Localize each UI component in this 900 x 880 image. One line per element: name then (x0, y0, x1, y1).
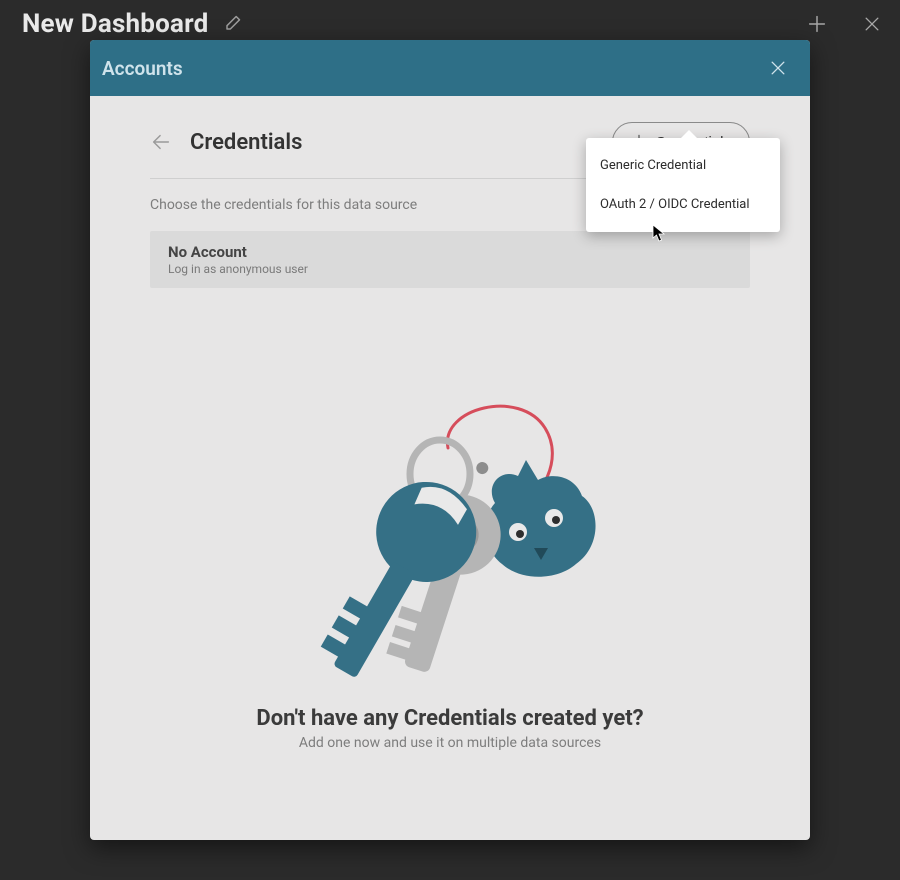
credentials-heading: Credentials (190, 130, 302, 155)
dropdown-item-generic[interactable]: Generic Credential (586, 146, 780, 185)
account-card-title: No Account (168, 243, 732, 261)
pencil-icon[interactable] (222, 14, 242, 34)
page-title-area: New Dashboard (22, 9, 242, 39)
credentials-heading-area: Credentials (150, 130, 302, 155)
plus-icon[interactable] (806, 13, 828, 35)
page-title: New Dashboard (22, 9, 208, 39)
close-icon[interactable] (862, 14, 882, 34)
close-icon[interactable] (768, 58, 788, 78)
page-background: New Dashboard Accounts (0, 0, 900, 880)
dropdown-item-oauth[interactable]: OAuth 2 / OIDC Credential (586, 185, 780, 224)
keys-illustration-icon (290, 368, 610, 692)
page-header-actions (806, 13, 882, 35)
empty-state-subtitle: Add one now and use it on multiple data … (299, 735, 601, 751)
account-card-subtitle: Log in as anonymous user (168, 262, 732, 276)
empty-state-heading: Don't have any Credentials created yet? (256, 706, 643, 731)
modal-header: Accounts (90, 40, 810, 96)
mouse-cursor-icon (652, 224, 666, 246)
credentials-dropdown: Generic Credential OAuth 2 / OIDC Creden… (586, 138, 780, 232)
back-arrow-icon[interactable] (150, 131, 172, 153)
modal-title: Accounts (102, 57, 183, 80)
empty-state: Don't have any Credentials created yet? … (150, 368, 750, 751)
